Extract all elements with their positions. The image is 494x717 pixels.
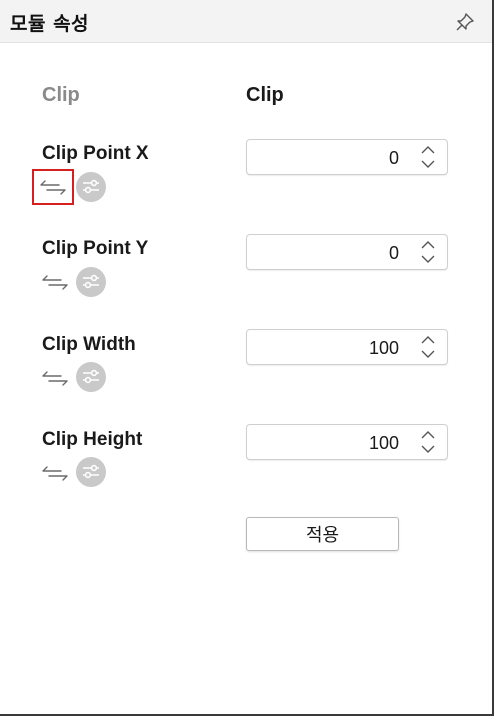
apply-button[interactable]: 적용 — [246, 517, 399, 551]
link-arrows-icon[interactable] — [40, 273, 70, 293]
spinner — [419, 428, 437, 456]
sliders-icon[interactable] — [76, 172, 106, 202]
column-header-right: Clip — [246, 84, 284, 106]
chevron-up-icon[interactable] — [419, 334, 437, 346]
chevron-down-icon[interactable] — [419, 253, 437, 265]
chevron-down-icon[interactable] — [419, 348, 437, 360]
panel-titlebar: 모듈 속성 — [0, 0, 492, 43]
clip-point-x-label: Clip Point X — [42, 143, 149, 164]
chevron-down-icon[interactable] — [419, 443, 437, 455]
chevron-down-icon[interactable] — [419, 158, 437, 170]
clip-width-label: Clip Width — [42, 334, 136, 355]
clip-width-value: 100 — [368, 338, 399, 358]
clip-point-y-value: 0 — [388, 243, 399, 263]
spinner — [419, 238, 437, 266]
sliders-icon[interactable] — [76, 457, 106, 487]
sliders-icon[interactable] — [76, 362, 106, 392]
spinner — [419, 333, 437, 361]
clip-height-value: 100 — [368, 433, 399, 453]
panel-title: 모듈 속성 — [10, 13, 90, 35]
module-properties-panel: 모듈 속성 Clip Clip Clip Point X 0 Clip Poin… — [0, 0, 494, 716]
clip-point-x-value: 0 — [388, 148, 399, 168]
clip-height-label: Clip Height — [42, 429, 143, 450]
column-header-left: Clip — [42, 84, 80, 106]
sliders-icon[interactable] — [76, 267, 106, 297]
link-arrows-icon[interactable] — [40, 464, 70, 484]
chevron-up-icon[interactable] — [419, 429, 437, 441]
clip-point-x-input[interactable]: 0 — [246, 139, 448, 175]
clip-width-input[interactable]: 100 — [246, 329, 448, 365]
chevron-up-icon[interactable] — [419, 144, 437, 156]
link-arrows-icon[interactable] — [32, 169, 74, 205]
chevron-up-icon[interactable] — [419, 239, 437, 251]
clip-point-y-label: Clip Point Y — [42, 238, 149, 259]
clip-point-y-input[interactable]: 0 — [246, 234, 448, 270]
pin-icon[interactable] — [454, 11, 476, 33]
link-arrows-icon[interactable] — [40, 369, 70, 389]
clip-height-input[interactable]: 100 — [246, 424, 448, 460]
spinner — [419, 143, 437, 171]
